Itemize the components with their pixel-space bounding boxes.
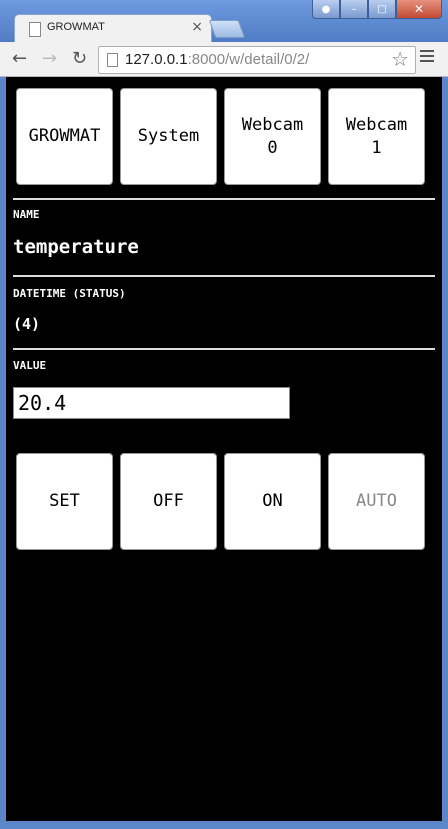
page-content: GROWMAT System Webcam 0 Webcam 1 NAME te… xyxy=(6,77,442,821)
value-label: VALUE xyxy=(13,359,47,372)
hamburger-menu-icon[interactable] xyxy=(420,50,434,65)
close-window-button[interactable]: ✕ xyxy=(396,0,442,19)
auto-button[interactable]: AUTO xyxy=(328,453,425,550)
on-button[interactable]: ON xyxy=(224,453,321,550)
url-path: :8000/w/detail/0/2/ xyxy=(187,51,310,68)
forward-arrow-icon[interactable]: → xyxy=(42,48,57,69)
browser-toolbar: ← → ↻ 127.0.0.1:8000/w/detail/0/2/ ☆ xyxy=(0,42,448,77)
url-text[interactable]: 127.0.0.1:8000/w/detail/0/2/ xyxy=(125,51,309,68)
divider xyxy=(13,275,435,277)
maximize-button[interactable]: □ xyxy=(368,0,396,19)
tab-title: GROWMAT xyxy=(47,21,105,33)
page-icon xyxy=(29,22,41,37)
browser-tab[interactable]: GROWMAT × xyxy=(14,14,212,43)
value-input[interactable] xyxy=(13,387,290,419)
reload-icon[interactable]: ↻ xyxy=(72,48,87,69)
user-icon[interactable]: ● xyxy=(312,0,340,19)
name-label: NAME xyxy=(13,208,40,221)
datetime-value: (4) xyxy=(13,315,41,333)
set-button[interactable]: SET xyxy=(16,453,113,550)
nav-button-webcam-1[interactable]: Webcam 1 xyxy=(328,88,425,185)
datetime-label: DATETIME (STATUS) xyxy=(13,287,126,300)
name-value: temperature xyxy=(13,236,139,258)
minimize-button[interactable]: – xyxy=(340,0,368,19)
close-tab-icon[interactable]: × xyxy=(191,19,203,35)
url-host: 127.0.0.1 xyxy=(125,51,188,68)
back-arrow-icon[interactable]: ← xyxy=(12,48,27,69)
window-titlebar: ● – □ ✕ GROWMAT × xyxy=(0,0,448,43)
page-icon xyxy=(107,53,118,67)
off-button[interactable]: OFF xyxy=(120,453,217,550)
nav-button-growmat[interactable]: GROWMAT xyxy=(16,88,113,185)
window-controls: ● – □ ✕ xyxy=(312,0,442,20)
window-frame-bottom xyxy=(0,821,448,829)
new-tab-button[interactable] xyxy=(208,20,246,38)
divider xyxy=(13,348,435,350)
divider xyxy=(13,198,435,200)
nav-button-system[interactable]: System xyxy=(120,88,217,185)
bookmark-star-icon[interactable]: ☆ xyxy=(391,47,409,71)
window-frame-right xyxy=(442,77,448,829)
nav-button-webcam-0[interactable]: Webcam 0 xyxy=(224,88,321,185)
address-bar[interactable]: 127.0.0.1:8000/w/detail/0/2/ ☆ xyxy=(98,46,416,74)
